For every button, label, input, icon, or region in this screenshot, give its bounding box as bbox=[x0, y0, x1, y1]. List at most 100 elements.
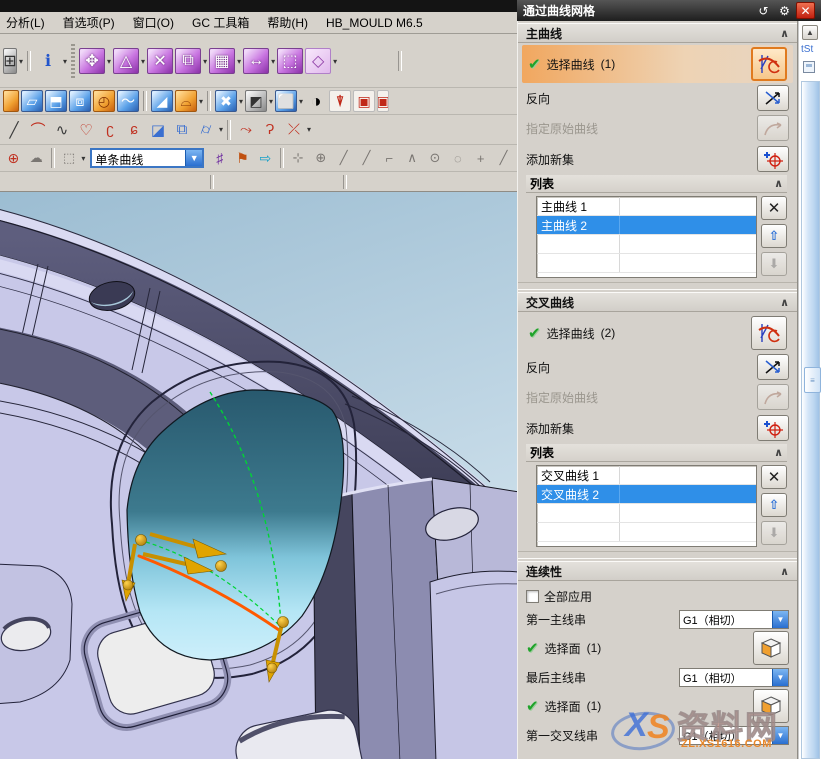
curve-rule-combo[interactable]: 单条曲线 ▼ bbox=[90, 148, 204, 168]
revolve-icon[interactable]: ◴ bbox=[93, 90, 115, 112]
viewport-3d-model[interactable] bbox=[0, 192, 517, 759]
delete-component-icon[interactable]: ✕ bbox=[147, 48, 173, 74]
remove-item-button[interactable]: ✕ bbox=[761, 465, 787, 489]
spline-tool-icon[interactable]: ∿ bbox=[51, 119, 73, 141]
component-dimension-icon[interactable]: ↔ bbox=[243, 48, 269, 74]
stop-at-intersection-icon[interactable]: ♯ bbox=[209, 147, 230, 169]
primary-add-set-button[interactable] bbox=[757, 146, 789, 172]
cross-curve-pick-button[interactable] bbox=[751, 316, 787, 350]
divide-curve-icon[interactable]: ⤫ bbox=[283, 119, 305, 141]
wedge-icon[interactable]: ◢ bbox=[151, 90, 173, 112]
shaded-edges-icon[interactable]: ◩ bbox=[245, 90, 267, 112]
bridge-curve-icon[interactable]: ⤳ bbox=[235, 119, 257, 141]
primary-curve-pick-button[interactable] bbox=[751, 47, 787, 81]
palette-scrollbar-track[interactable]: ≡ bbox=[801, 81, 820, 759]
snap-dashed-point-icon[interactable]: ⊹ bbox=[288, 147, 309, 169]
cross-select-curve-row[interactable]: 选择曲线 (2) bbox=[522, 314, 793, 352]
clipped-tool-icon[interactable]: ⊞ bbox=[3, 48, 17, 74]
line-tool-icon[interactable]: ╱ bbox=[3, 119, 25, 141]
clipped-feature-icon[interactable] bbox=[3, 90, 19, 112]
snap-rotate-point-icon[interactable]: ⊕ bbox=[310, 147, 331, 169]
apply-all-checkbox[interactable] bbox=[526, 590, 539, 603]
collapse-chevron-icon[interactable]: ∧ bbox=[774, 446, 783, 459]
list-item-empty[interactable] bbox=[537, 254, 756, 273]
wireframe-component-icon[interactable]: ◇ bbox=[305, 48, 331, 74]
cylinder-section-icon[interactable]: ⌭ bbox=[195, 119, 217, 141]
datum-plane-icon[interactable]: ▱ bbox=[21, 90, 43, 112]
menu-help[interactable]: 帮助(H) bbox=[267, 14, 308, 31]
curve-on-plane-icon[interactable]: ◪ bbox=[147, 119, 169, 141]
pattern-component-icon[interactable]: ▦ bbox=[209, 48, 235, 74]
dialog-settings-gear-icon[interactable]: ⚙ bbox=[775, 2, 794, 19]
dialog-reset-icon[interactable]: ↺ bbox=[754, 2, 773, 19]
move-component-icon[interactable]: ✥ bbox=[79, 48, 105, 74]
block-sketch-icon[interactable]: ⧈ bbox=[69, 90, 91, 112]
next-selection-icon[interactable]: ⇨ bbox=[255, 147, 276, 169]
rectangle-select-icon[interactable]: ⬚ bbox=[59, 147, 80, 169]
render-style-icon[interactable]: ◑ bbox=[305, 90, 327, 112]
collapse-chevron-icon[interactable]: ∧ bbox=[774, 177, 783, 190]
snap-existing-point-icon[interactable]: + bbox=[470, 147, 491, 169]
list-item-empty[interactable] bbox=[537, 523, 756, 542]
primary-select-curve-row[interactable]: 选择曲线 (1) bbox=[522, 45, 793, 83]
list-item-selected[interactable]: 主曲线 2 bbox=[537, 216, 756, 235]
snap-quadrant-icon[interactable]: ◌ bbox=[447, 147, 468, 169]
menu-preferences[interactable]: 首选项(P) bbox=[63, 14, 115, 31]
dropdown-arrow-icon[interactable]: ▼ bbox=[772, 727, 788, 744]
continuity-group-header[interactable]: 连续性 ∧ bbox=[518, 561, 797, 581]
show-hide-pin-icon[interactable]: ⍒ bbox=[329, 90, 351, 112]
first-primary-continuity-dropdown[interactable]: G1（相切） ▼ bbox=[679, 610, 789, 629]
first-primary-face-pick-button[interactable] bbox=[753, 631, 789, 665]
graphics-viewport[interactable] bbox=[0, 192, 517, 759]
menu-window[interactable]: 窗口(O) bbox=[133, 14, 174, 31]
last-primary-face-pick-button[interactable] bbox=[753, 689, 789, 723]
snap-control-point-icon[interactable]: ⌐ bbox=[379, 147, 400, 169]
selection-freehand-icon[interactable]: ☁ bbox=[26, 147, 47, 169]
shaded-view-icon[interactable]: ⬜ bbox=[275, 90, 297, 112]
snap-endpoint-icon[interactable]: ╱ bbox=[333, 147, 354, 169]
palette-scrollbar-thumb[interactable]: ≡ bbox=[804, 367, 821, 393]
extrude-icon[interactable]: ⬒ bbox=[45, 90, 67, 112]
remove-item-button[interactable]: ✕ bbox=[761, 196, 787, 220]
sweep-icon[interactable]: 〜 bbox=[117, 90, 139, 112]
last-primary-continuity-dropdown[interactable]: G1（相切） ▼ bbox=[679, 668, 789, 687]
scroll-up-icon[interactable]: ▲ bbox=[802, 25, 818, 40]
trim-curve-icon[interactable]: Ɂ bbox=[259, 119, 281, 141]
menu-hb-mould[interactable]: HB_MOULD M6.5 bbox=[326, 16, 423, 30]
clipped-show-icon[interactable]: ▣ bbox=[377, 90, 389, 112]
move-up-button[interactable]: ⇧ bbox=[761, 224, 787, 248]
last-primary-face-row[interactable]: 选择面 (1) bbox=[518, 689, 797, 723]
list-item-empty[interactable] bbox=[537, 504, 756, 523]
project-curve-icon[interactable]: ʗ bbox=[99, 119, 121, 141]
copy-component-icon[interactable]: ⧉ bbox=[175, 48, 201, 74]
menu-gc-toolbox[interactable]: GC 工具箱 bbox=[192, 14, 249, 31]
info-dialog-icon[interactable]: ℹ bbox=[35, 48, 61, 74]
primary-curves-group-header[interactable]: 主曲线 ∧ bbox=[518, 23, 797, 43]
collapse-chevron-icon[interactable]: ∧ bbox=[780, 27, 789, 40]
select-component-icon[interactable]: ⬚ bbox=[277, 48, 303, 74]
cross-add-set-button[interactable] bbox=[757, 415, 789, 441]
dropdown-arrow-icon[interactable]: ▼ bbox=[772, 611, 788, 628]
primary-listbox[interactable]: 主曲线 1 主曲线 2 bbox=[536, 196, 757, 278]
snap-midpoint-icon[interactable]: ╱ bbox=[356, 147, 377, 169]
window-cascade-icon[interactable]: ✖ bbox=[215, 90, 237, 112]
combine-curve-icon[interactable]: ɕ bbox=[123, 119, 145, 141]
list-item[interactable]: 主曲线 1 bbox=[537, 197, 756, 216]
primary-reverse-button[interactable] bbox=[757, 85, 789, 111]
snap-arc-center-icon[interactable]: ⊙ bbox=[425, 147, 446, 169]
move-up-button[interactable]: ⇧ bbox=[761, 493, 787, 517]
list-item-empty[interactable] bbox=[537, 235, 756, 254]
dialog-close-icon[interactable]: ✕ bbox=[796, 2, 815, 19]
list-item[interactable]: 交叉曲线 1 bbox=[537, 466, 756, 485]
menu-analysis[interactable]: 分析(L) bbox=[6, 14, 45, 31]
cross-list-header[interactable]: 列表 ∧ bbox=[526, 444, 787, 462]
profile-tool-icon[interactable]: ♡ bbox=[75, 119, 97, 141]
cross-curves-group-header[interactable]: 交叉曲线 ∧ bbox=[518, 292, 797, 312]
assembly-constraint-icon[interactable]: △ bbox=[113, 48, 139, 74]
collapse-chevron-icon[interactable]: ∧ bbox=[780, 296, 789, 309]
follow-fillet-icon[interactable]: ⚑ bbox=[232, 147, 253, 169]
intersect-plane-icon[interactable]: ⧉ bbox=[171, 119, 193, 141]
arc-tool-icon[interactable]: ⌒ bbox=[27, 119, 49, 141]
primary-list-header[interactable]: 列表 ∧ bbox=[526, 175, 787, 193]
first-primary-face-row[interactable]: 选择面 (1) bbox=[518, 631, 797, 665]
